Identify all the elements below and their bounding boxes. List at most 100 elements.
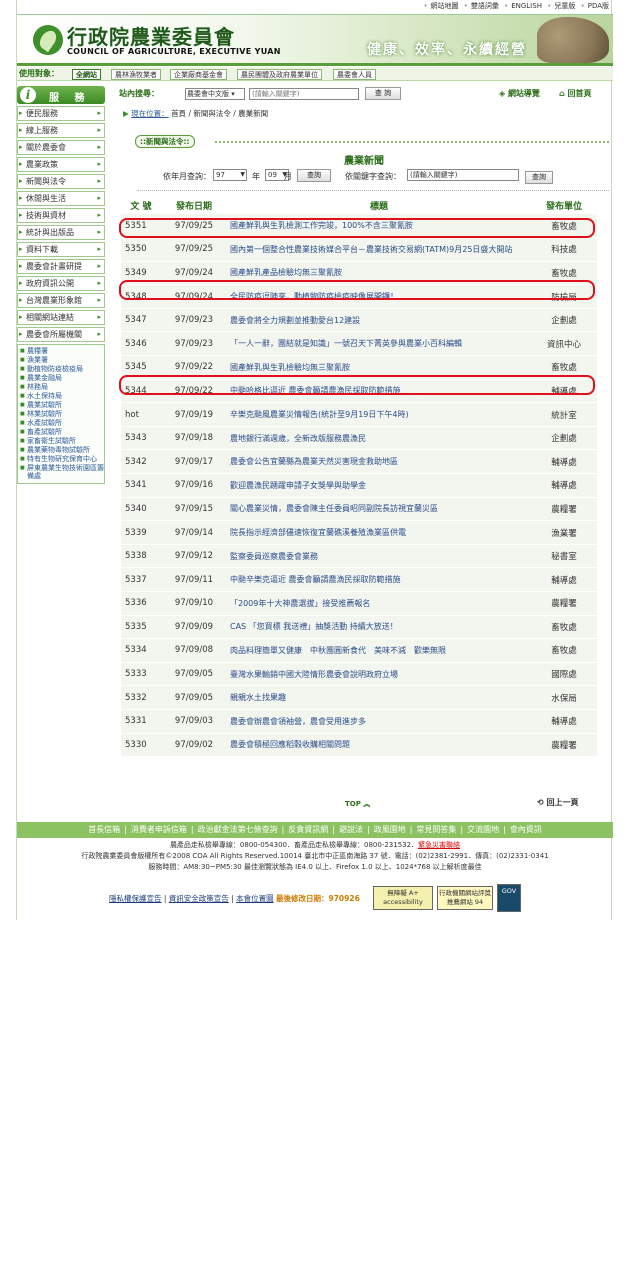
sidebar-sub-item[interactable]: 動植物防疫檢疫局 — [20, 365, 104, 373]
top-link[interactable]: TOP ︽ — [345, 799, 370, 809]
sidebar-item[interactable]: 新聞與法令▸ — [17, 174, 105, 189]
news-title-link[interactable]: 農委會公告宜蘭縣為農業天然災害現金救助地區 — [227, 449, 531, 475]
keyword-input[interactable]: (請輸入關鍵字) — [407, 169, 519, 181]
news-title-link[interactable]: 辛樂克颱風農業災情報告(統計至9月19日下午4時) — [227, 402, 531, 427]
home-link[interactable]: ⌂ 回首頁 — [559, 88, 592, 99]
emergency-link[interactable]: 緊急災害聯絡 — [418, 841, 460, 849]
breadcrumb-label[interactable]: 現在位置： — [131, 109, 169, 118]
ym-query-button[interactable]: 查詢 — [297, 169, 331, 182]
sidebar-item[interactable]: 農委會所屬機關▸ — [17, 327, 105, 342]
news-title-link[interactable]: 親親水土找果趣 — [227, 685, 531, 710]
link-english[interactable]: ENGLISH — [511, 2, 542, 10]
sidebar-sub-item[interactable]: 屏東農業生物技術園區籌備處 — [20, 464, 104, 480]
sidebar-item[interactable]: 關於農委會▸ — [17, 140, 105, 155]
news-title-link[interactable]: 國內第一個整合性農業技術媒合平台－農業技術交易網(TATM)9月25日盛大開站 — [227, 237, 531, 262]
sidebar-item[interactable]: 資料下載▸ — [17, 242, 105, 257]
accessibility-badge[interactable]: 無障礙 A+ accessibility — [373, 886, 433, 910]
news-title-link[interactable]: 國產鮮乳與生乳檢測工作完竣，100%不含三聚氰胺 — [227, 214, 531, 239]
news-title-link[interactable]: 關心農業災情，農委會陳主任委員昭同副院長訪視宜蘭災區 — [227, 497, 531, 522]
news-unit: 輔導處 — [531, 473, 597, 498]
footer-nav-link[interactable]: 政治獻金法第七條查詢 — [198, 825, 278, 834]
footer-nav-link[interactable]: 避說法 — [339, 825, 363, 834]
footer-nav-link[interactable]: 常見問答集 — [416, 825, 456, 834]
link-glossary[interactable]: 雙語詞彙 — [471, 2, 499, 10]
news-title-link[interactable]: 臺灣水果輸銷中國大陸情形農委會說明政府立場 — [227, 662, 531, 687]
sidebar-sub-item[interactable]: 林業試驗所 — [20, 410, 104, 418]
gov-badge[interactable]: GOV — [497, 884, 521, 912]
sidebar-sub-agencies: 農糧署漁業署動植物防疫檢疫局農業金融局林務局水土保持局農業試驗所林業試驗所水產試… — [17, 344, 105, 484]
news-no: 5339 — [121, 520, 161, 545]
sidebar-sub-item[interactable]: 農業試驗所 — [20, 401, 104, 409]
news-title-link[interactable]: 監察委員巡察農委會業務 — [227, 544, 531, 569]
sidebar-item[interactable]: 統計與出版品▸ — [17, 225, 105, 240]
sidebar-sub-item[interactable]: 農業藥物毒物試驗所 — [20, 446, 104, 454]
site-title-cn[interactable]: 行政院農業委員會 — [67, 21, 235, 50]
news-title-link[interactable]: 「2009年十大神農選拔」接受推薦報名 — [227, 591, 531, 616]
location-link[interactable]: 本會位置圖 — [236, 894, 274, 903]
audience-tab-all[interactable]: 全網站 — [72, 69, 101, 80]
sidebar-item[interactable]: 相關網站連結▸ — [17, 310, 105, 325]
audience-tab-business[interactable]: 企業廠商基金會 — [170, 69, 227, 80]
table-row: 5332 97/09/05 親親水土找果趣 水保局 — [121, 685, 597, 710]
news-title-link[interactable]: 國產鮮乳產品檢驗均無三聚氰胺 — [227, 261, 531, 286]
sidebar-sub-item[interactable]: 漁業署 — [20, 356, 104, 364]
news-title-link[interactable]: 中颱哈格比逼近 農委會籲請農漁民採取防範措施 — [227, 379, 531, 404]
news-title-link[interactable]: 院長指示經濟部儘速恢復宜蘭礁溪養殖漁業區供電 — [227, 520, 531, 545]
news-title-link[interactable]: 「一人一辭，團結就是知識」一號召天下菁英參與農業小百科編輯 — [227, 331, 531, 357]
chevron-right-icon: ▸ — [97, 279, 101, 287]
sidebar-item[interactable]: 便民服務▸ — [17, 106, 105, 121]
audience-tab-staff[interactable]: 農委會人員 — [333, 69, 376, 80]
link-kids[interactable]: 兒童版 — [554, 2, 575, 10]
year-select[interactable]: 97 ▼ — [213, 169, 247, 181]
sidebar-sub-item[interactable]: 農業金融局 — [20, 374, 104, 382]
sidebar-sub-item[interactable]: 家畜衛生試驗所 — [20, 437, 104, 445]
back-link[interactable]: ⟲ 回上一頁 — [537, 797, 579, 808]
news-title-link[interactable]: 農委會將全力規劃並推動愛台12建設 — [227, 308, 531, 333]
footer-nav-link[interactable]: 反貪資訊網 — [288, 825, 328, 834]
news-title-link[interactable]: 農委會積極回應稻穀收購相關問題 — [227, 733, 531, 758]
sidebar-item[interactable]: 台灣農業形象館▸ — [17, 293, 105, 308]
news-title-link[interactable]: 中颱辛樂克逼近 農委會籲請農漁民採取防範措施 — [227, 567, 531, 592]
sidebar-item[interactable]: 政府資訊公開▸ — [17, 276, 105, 291]
sidebar-item[interactable]: 休閒與生活▸ — [17, 191, 105, 206]
news-title-link[interactable]: CAS 「您買標 我送禮」抽獎活動 持續大放送！ — [227, 615, 531, 640]
footer-nav-link[interactable]: 交流園地 — [467, 825, 499, 834]
sidebar-sub-item[interactable]: 畜產試驗所 — [20, 428, 104, 436]
sidebar-item[interactable]: 農委會計畫研提▸ — [17, 259, 105, 274]
sidebar-sub-item[interactable]: 特有生物研究保育中心 — [20, 455, 104, 463]
news-date: 97/09/12 — [161, 544, 227, 569]
sidebar-sub-item[interactable]: 農糧署 — [20, 347, 104, 355]
sidebar-sub-item[interactable]: 水土保持局 — [20, 392, 104, 400]
footer-nav-link[interactable]: 首長信箱 — [88, 825, 120, 834]
news-title-link[interactable]: 農地銀行滿週歲，全新改版服務農漁民 — [227, 426, 531, 451]
table-row: 5341 97/09/16 歡迎農漁民踴躍申請子女獎學與助學金 輔導處 — [121, 473, 597, 498]
slogan: 健康、效率、永續經營 — [367, 42, 527, 58]
search-button[interactable]: 查 詢 — [365, 87, 401, 100]
news-title-link[interactable]: 全民防疫逗陣來，動植物防疫檢疫映像展開鑼！ — [227, 284, 531, 309]
privacy-link[interactable]: 隱私權保護宣告 — [109, 894, 162, 903]
search-scope-select[interactable]: 農委會中文版 ▾ — [185, 88, 245, 100]
link-sitemap[interactable]: 網站地圖 — [430, 2, 458, 10]
sidebar-sub-item[interactable]: 林務局 — [20, 383, 104, 391]
sidebar-sub-item[interactable]: 水產試驗所 — [20, 419, 104, 427]
footer-nav-link[interactable]: 政風園地 — [374, 825, 406, 834]
security-link[interactable]: 資訊安全政策宣告 — [169, 894, 229, 903]
link-pda[interactable]: PDA版 — [588, 2, 609, 10]
audience-tab-gov[interactable]: 農民團體及政府農業單位 — [237, 69, 322, 80]
kw-query-button[interactable]: 查詢 — [525, 171, 553, 184]
news-title-link[interactable]: 國產鮮乳與生乳檢驗均無三聚氰胺 — [227, 355, 531, 380]
sitemap-link[interactable]: ◈ 網站導覽 — [499, 88, 540, 99]
audience-tab-farmers[interactable]: 農林漁牧業者 — [111, 69, 161, 80]
coa-logo-icon[interactable] — [33, 25, 63, 55]
sidebar-item[interactable]: 農業政策▸ — [17, 157, 105, 172]
footer-nav-link[interactable]: 消費者申訴信箱 — [131, 825, 187, 834]
sidebar-item[interactable]: 線上服務▸ — [17, 123, 105, 138]
footer-nav-link[interactable]: 會內資訊 — [510, 825, 542, 834]
news-no: 5338 — [121, 544, 161, 569]
search-input[interactable] — [249, 88, 359, 100]
news-title-link[interactable]: 農委會辦農會領袖營，農會受用進步多 — [227, 709, 531, 734]
news-title-link[interactable]: 歡迎農漁民踴躍申請子女獎學與助學金 — [227, 473, 531, 498]
award-badge[interactable]: 行政機關網站評獎 推薦網站 94 — [437, 886, 493, 910]
news-title-link[interactable]: 肉品料理簡單又健康 中秋團圓新食代 美味不減 歡樂無限 — [227, 638, 531, 663]
sidebar-item[interactable]: 技術與資材▸ — [17, 208, 105, 223]
